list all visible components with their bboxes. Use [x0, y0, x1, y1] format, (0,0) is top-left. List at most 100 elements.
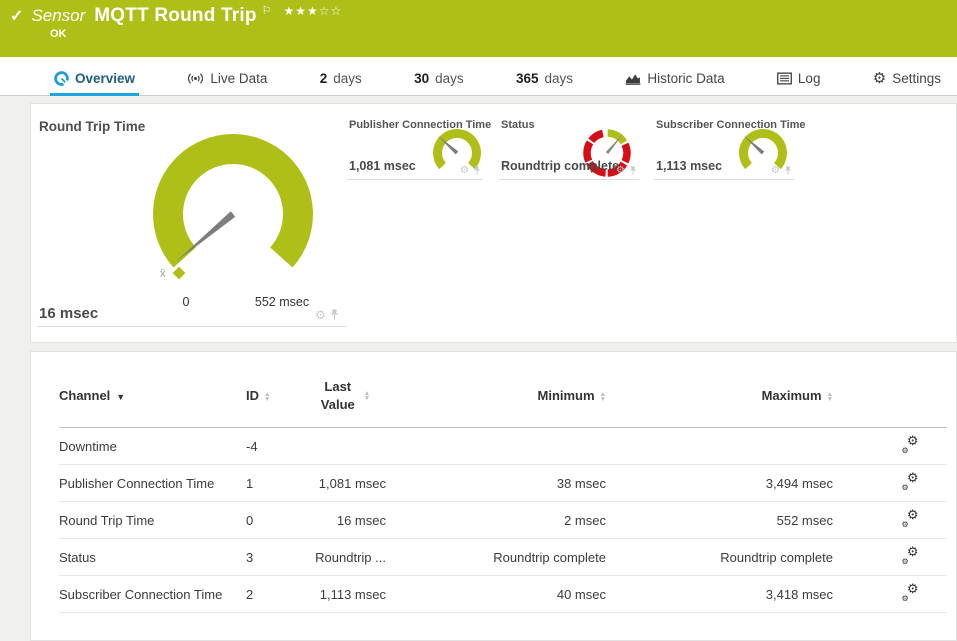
mean-marker-label: x̄ [160, 268, 166, 280]
status-gauge-title: Status [501, 119, 535, 131]
sort-icon: ▲ ▼ [264, 390, 271, 403]
channel-name: Publisher Connection Time [59, 464, 246, 503]
settings-gear-icon: ⚙ [872, 70, 887, 87]
tab-settings-label: Settings [892, 71, 941, 86]
gauge-pin-icon[interactable] [629, 165, 637, 176]
tab-settings[interactable]: ⚙ Settings [869, 66, 945, 95]
table-row: Publisher Connection Time 1 1,081 msec 3… [59, 464, 947, 503]
channel-id: 0 [246, 501, 301, 540]
channel-name: Subscriber Connection Time [59, 575, 246, 614]
column-header-settings [833, 360, 947, 429]
channel-maximum: 552 msec [606, 501, 833, 540]
tab-log[interactable]: Log [773, 66, 825, 95]
round-trip-value: 16 msec [39, 305, 99, 322]
sorted-desc-icon: ▼ [116, 391, 126, 402]
mean-marker-diamond [172, 266, 186, 280]
tab-bar: Overview Live Data 2 days 30 days 365 da… [0, 57, 957, 96]
channel-name: Status [59, 538, 246, 577]
channels-panel: Channel ▼ ID ▲ ▼ Last Value ▲ ▼ Minimum ▲ ▼ Max… [30, 351, 957, 641]
publisher-value: 1,081 msec [349, 159, 416, 173]
sort-icon: ▲ ▼ [826, 390, 833, 403]
channel-last-value: 1,113 msec [301, 575, 386, 614]
channel-minimum: Roundtrip complete [386, 538, 606, 577]
gauge-gear-icon[interactable]: ⚙ [771, 165, 780, 176]
channel-id: 1 [246, 464, 301, 503]
gauge-gear-icon[interactable]: ⚙ [315, 308, 326, 322]
table-row: Status 3 Roundtrip ... Roundtrip complet… [59, 538, 947, 577]
table-row: Subscriber Connection Time 2 1,113 msec … [59, 575, 947, 614]
gauge-scale-min: 0 [182, 295, 190, 309]
sensor-status-badge: OK [50, 28, 67, 40]
divider [499, 179, 639, 180]
column-header-maximum[interactable]: Maximum ▲ ▼ [606, 360, 833, 429]
gauge-pin-icon[interactable] [784, 165, 792, 176]
gauge-pin-icon[interactable] [330, 309, 339, 321]
gauge-gear-icon[interactable]: ⚙ [616, 165, 625, 176]
channel-settings-icon[interactable]: ⚙ ⚙ [902, 507, 919, 529]
tab-overview-label: Overview [75, 71, 136, 86]
status-check-icon: ✓ [10, 8, 24, 25]
column-header-minimum[interactable]: Minimum ▲ ▼ [386, 360, 606, 429]
priority-stars[interactable]: ★★★☆☆ [284, 4, 343, 18]
table-row: Round Trip Time 0 16 msec 2 msec 552 mse… [59, 501, 947, 540]
sensor-banner: ✓ Sensor MQTT Round Trip ⚐ ★★★☆☆ OK [0, 0, 957, 57]
channel-name: Round Trip Time [59, 501, 246, 540]
tab-30-days[interactable]: 30 days [410, 66, 468, 95]
tab-live-data-label: Live Data [210, 71, 268, 86]
sensor-type-label: Sensor [31, 6, 86, 25]
log-list-icon [777, 72, 792, 85]
gauge-icon [54, 71, 69, 86]
column-header-id[interactable]: ID ▲ ▼ [246, 360, 301, 429]
column-header-channel[interactable]: Channel ▼ [59, 360, 246, 429]
tab-log-label: Log [797, 71, 821, 86]
sensor-title: MQTT Round Trip [94, 5, 257, 26]
channel-minimum: 2 msec [386, 501, 606, 540]
divider [654, 179, 794, 180]
divider [347, 179, 483, 180]
area-chart-icon [625, 74, 641, 85]
channel-last-value: Roundtrip ... [301, 538, 386, 577]
channel-settings-icon[interactable]: ⚙ ⚙ [902, 433, 919, 455]
tab-365-days[interactable]: 365 days [512, 66, 577, 95]
publisher-gauge-block: Publisher Connection Time 1,081 msec ⚙ [347, 116, 491, 180]
column-header-last-value[interactable]: Last Value ▲ ▼ [301, 360, 386, 429]
tab-historic-data-label: Historic Data [647, 71, 725, 86]
status-gauge-block: Status Roundtrip complete ⚙ [499, 116, 639, 180]
subscriber-gauge-block: Subscriber Connection Time 1,113 msec ⚙ [654, 116, 806, 180]
sort-icon: ▲ ▼ [599, 390, 606, 403]
channel-id: -4 [246, 427, 301, 466]
subscriber-value: 1,113 msec [656, 159, 723, 173]
tab-historic-data[interactable]: Historic Data [621, 66, 728, 95]
channel-last-value: 16 msec [301, 501, 386, 540]
tab-live-data[interactable]: Live Data [183, 66, 271, 95]
channels-table: Channel ▼ ID ▲ ▼ Last Value ▲ ▼ Minimum ▲ ▼ Max… [59, 360, 947, 614]
channel-id: 3 [246, 538, 301, 577]
channel-maximum: 3,418 msec [606, 575, 833, 614]
channel-id: 2 [246, 575, 301, 614]
channel-minimum: 38 msec [386, 464, 606, 503]
round-trip-gauge: x̄ [153, 133, 313, 280]
channel-minimum: 40 msec [386, 575, 606, 614]
gauge-scale-max: 552 msec [254, 295, 310, 309]
channel-maximum: 3,494 msec [606, 464, 833, 503]
sort-icon: ▲ ▼ [363, 389, 371, 402]
main-gauge-title: Round Trip Time [39, 119, 146, 134]
live-signal-icon [188, 73, 204, 84]
status-value: Roundtrip complete [501, 159, 620, 173]
channel-settings-icon[interactable]: ⚙ ⚙ [902, 581, 919, 603]
table-row: Downtime -4 ⚙ ⚙ [59, 427, 947, 466]
gauges-panel: Round Trip Time x̄ 0 552 msec 16 msec ⚙ … [30, 103, 957, 343]
divider [37, 326, 346, 327]
tab-overview[interactable]: Overview [50, 66, 140, 96]
gauge-gear-icon[interactable]: ⚙ [460, 165, 469, 176]
channel-name: Downtime [59, 427, 246, 466]
channel-maximum: Roundtrip complete [606, 538, 833, 577]
channel-minimum [386, 427, 606, 466]
gauge-pin-icon[interactable] [473, 165, 481, 176]
channel-settings-icon[interactable]: ⚙ ⚙ [902, 470, 919, 492]
channel-last-value [301, 427, 386, 466]
priority-flag-icon[interactable]: ⚐ [262, 4, 272, 17]
channel-settings-icon[interactable]: ⚙ ⚙ [902, 544, 919, 566]
tab-2-days[interactable]: 2 days [316, 66, 366, 95]
channel-maximum [606, 427, 833, 466]
